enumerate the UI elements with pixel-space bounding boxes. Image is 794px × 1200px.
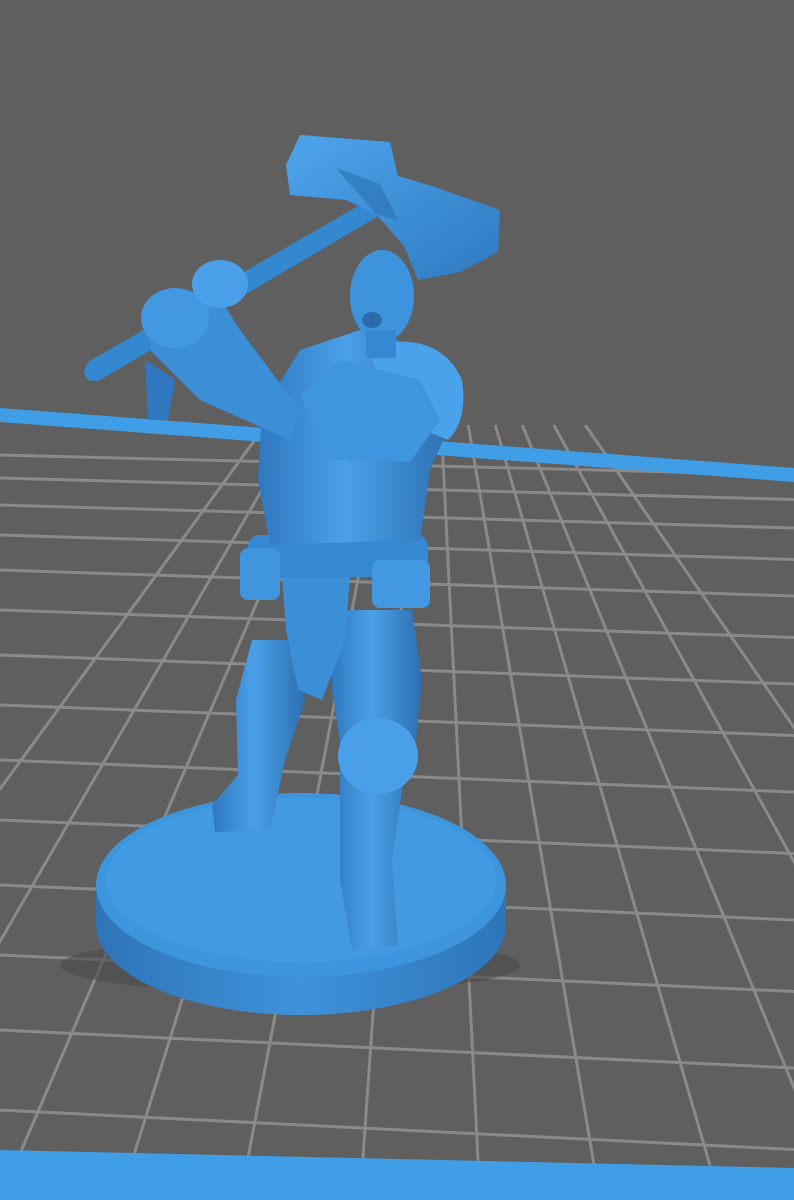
scene-canvas[interactable]: [0, 0, 794, 1200]
3d-viewport[interactable]: [0, 0, 794, 1200]
fist-upper: [192, 260, 248, 308]
knee-guard: [338, 718, 418, 794]
miniature-base: [96, 793, 506, 1015]
neck: [366, 330, 396, 358]
head: [350, 250, 414, 342]
